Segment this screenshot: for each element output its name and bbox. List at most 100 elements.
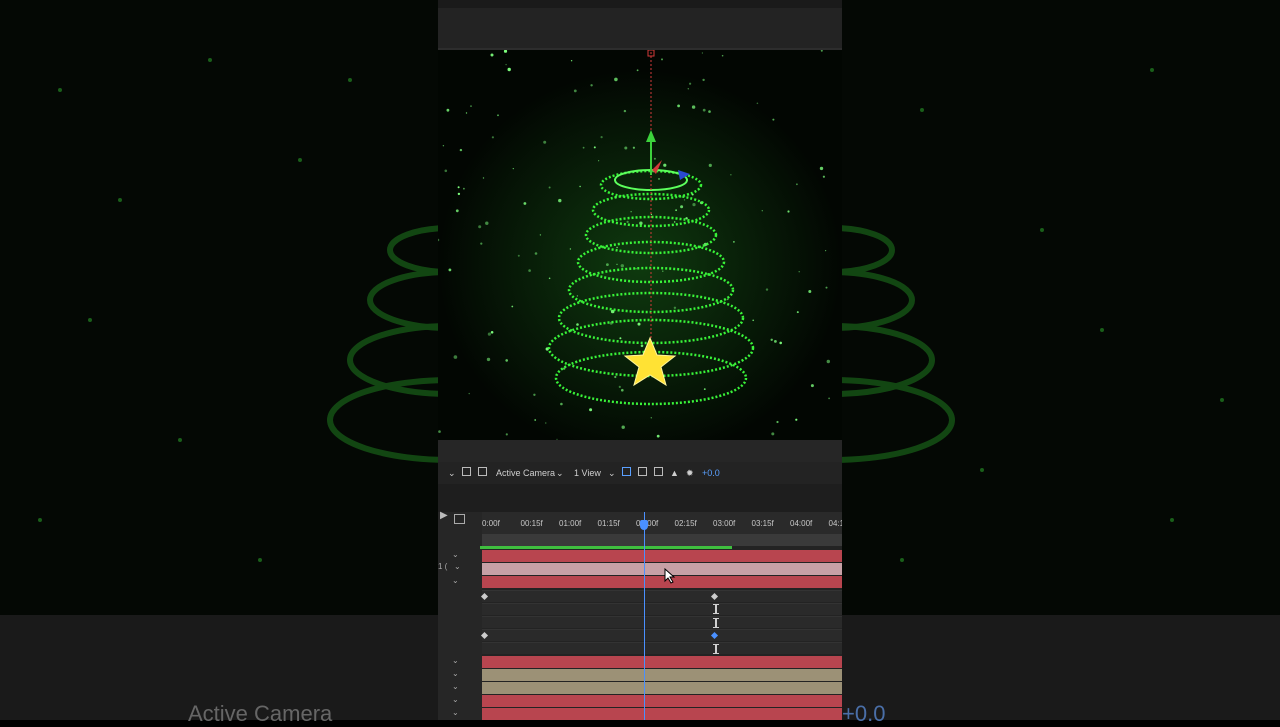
property-row — [482, 629, 842, 641]
fast-preview-icon[interactable] — [638, 466, 647, 480]
region-of-interest-icon[interactable] — [478, 466, 487, 480]
camera-view-select[interactable]: Active Camera — [496, 466, 555, 480]
property-row — [482, 603, 842, 615]
layer-track-selected[interactable] — [482, 563, 842, 575]
particle — [600, 136, 603, 139]
particle — [507, 67, 511, 72]
particle — [703, 388, 706, 390]
chevron-down-icon[interactable]: ⌄ — [452, 576, 459, 585]
chevron-down-icon[interactable]: ⌄ — [452, 682, 459, 691]
layer-track[interactable] — [482, 576, 842, 588]
particle — [598, 160, 600, 162]
timeline-panel-header — [438, 484, 842, 512]
chevron-down-icon[interactable]: ⌄ — [452, 708, 459, 717]
particle — [752, 319, 754, 322]
graph-editor-icon[interactable] — [454, 514, 465, 524]
particle — [576, 323, 579, 326]
particle — [457, 192, 461, 196]
keyframe-hold[interactable] — [712, 644, 719, 654]
composition-viewer[interactable] — [438, 50, 842, 440]
reset-exposure-icon[interactable]: ✹ — [686, 466, 694, 480]
particle — [683, 199, 686, 201]
ruler-tick-label: 04:15f — [828, 519, 843, 528]
particle — [582, 146, 585, 149]
collapse-arrow-icon[interactable]: ▶ — [440, 510, 448, 521]
layer-track[interactable] — [482, 550, 842, 562]
chevron-down-icon[interactable]: ⌄ — [448, 466, 456, 480]
particle — [656, 434, 660, 438]
particle — [673, 306, 677, 309]
timeline-panel[interactable]: ▶ ⌄ 1 ( ⌄ ⌄ ⌄ ⌄ ⌄ ⌄ ⌄ 0:00f 00:15f 01:00f 0… — [438, 510, 842, 720]
particle — [796, 311, 799, 314]
particle — [463, 187, 465, 190]
keyframe-hold[interactable] — [712, 604, 719, 614]
particle — [621, 425, 625, 429]
particle — [457, 186, 460, 189]
layer-track[interactable] — [482, 656, 842, 668]
particle — [733, 241, 735, 243]
transparency-grid-icon[interactable] — [462, 466, 471, 480]
chevron-down-icon[interactable]: ⌄ — [452, 669, 459, 678]
particle — [708, 163, 712, 167]
particle — [548, 186, 551, 189]
mouse-pointer-icon — [664, 568, 676, 584]
layer-track[interactable] — [482, 682, 842, 694]
layer-track[interactable] — [482, 708, 842, 720]
particle — [702, 78, 705, 82]
particle — [822, 175, 825, 178]
particle — [708, 110, 711, 113]
particle — [478, 225, 482, 229]
particle — [589, 408, 593, 412]
background-blur-right — [842, 0, 1280, 720]
particle — [650, 417, 652, 419]
particle — [614, 77, 618, 82]
after-effects-window: ⌄ Active Camera ⌄ 1 View ⌄ ▲ ✹ +0.0 ▶ ⌄ … — [438, 0, 842, 720]
property-row — [482, 590, 842, 602]
particle — [640, 344, 644, 348]
toggle-pixel-aspect-icon[interactable] — [622, 466, 631, 480]
ruler-tick-label: 02:15f — [674, 519, 697, 528]
chevron-down-icon[interactable]: ⌄ — [608, 466, 616, 480]
layer-track[interactable] — [482, 695, 842, 707]
exposure-value[interactable]: +0.0 — [702, 466, 720, 480]
particle — [772, 118, 775, 121]
top-panel — [438, 0, 842, 50]
particle — [534, 419, 537, 421]
chevron-down-icon[interactable]: ⌄ — [454, 562, 461, 571]
particle — [674, 221, 676, 223]
particle — [798, 271, 800, 273]
particle — [576, 295, 579, 297]
chevron-down-icon[interactable]: ⌄ — [452, 656, 459, 665]
particle — [444, 169, 448, 173]
layer-switches-column: ▶ ⌄ 1 ( ⌄ ⌄ ⌄ ⌄ ⌄ ⌄ ⌄ — [438, 510, 482, 720]
particle — [796, 183, 798, 186]
chevron-down-icon[interactable]: ⌄ — [452, 695, 459, 704]
chevron-down-icon[interactable]: ⌄ — [556, 466, 564, 480]
chevron-down-icon[interactable]: ⌄ — [452, 550, 459, 559]
particle — [593, 146, 596, 149]
layer-track[interactable] — [482, 669, 842, 681]
particle — [771, 432, 775, 436]
view-layout-select[interactable]: 1 View — [574, 466, 601, 480]
time-ruler[interactable]: 0:00f00:15f01:00f01:15f02:00f02:15f03:00… — [482, 512, 842, 534]
particle — [482, 177, 485, 179]
particle — [636, 69, 639, 72]
particle — [560, 402, 563, 406]
particle — [616, 263, 618, 265]
particle — [614, 375, 617, 379]
particle — [680, 205, 684, 209]
current-time-indicator[interactable] — [644, 512, 645, 720]
work-area-bar[interactable] — [482, 534, 842, 546]
keyframe-hold[interactable] — [712, 618, 719, 628]
particle — [619, 337, 622, 340]
particle — [533, 393, 536, 396]
particle — [661, 58, 663, 61]
particle — [776, 420, 779, 424]
timeline-toggle-icon[interactable] — [654, 466, 663, 480]
flowchart-icon[interactable]: ▲ — [670, 466, 679, 480]
particle — [448, 268, 452, 272]
particle — [505, 63, 507, 66]
background-exposure-label: +0.0 — [842, 701, 886, 726]
particle — [621, 388, 624, 392]
playhead-handle[interactable] — [640, 520, 648, 530]
